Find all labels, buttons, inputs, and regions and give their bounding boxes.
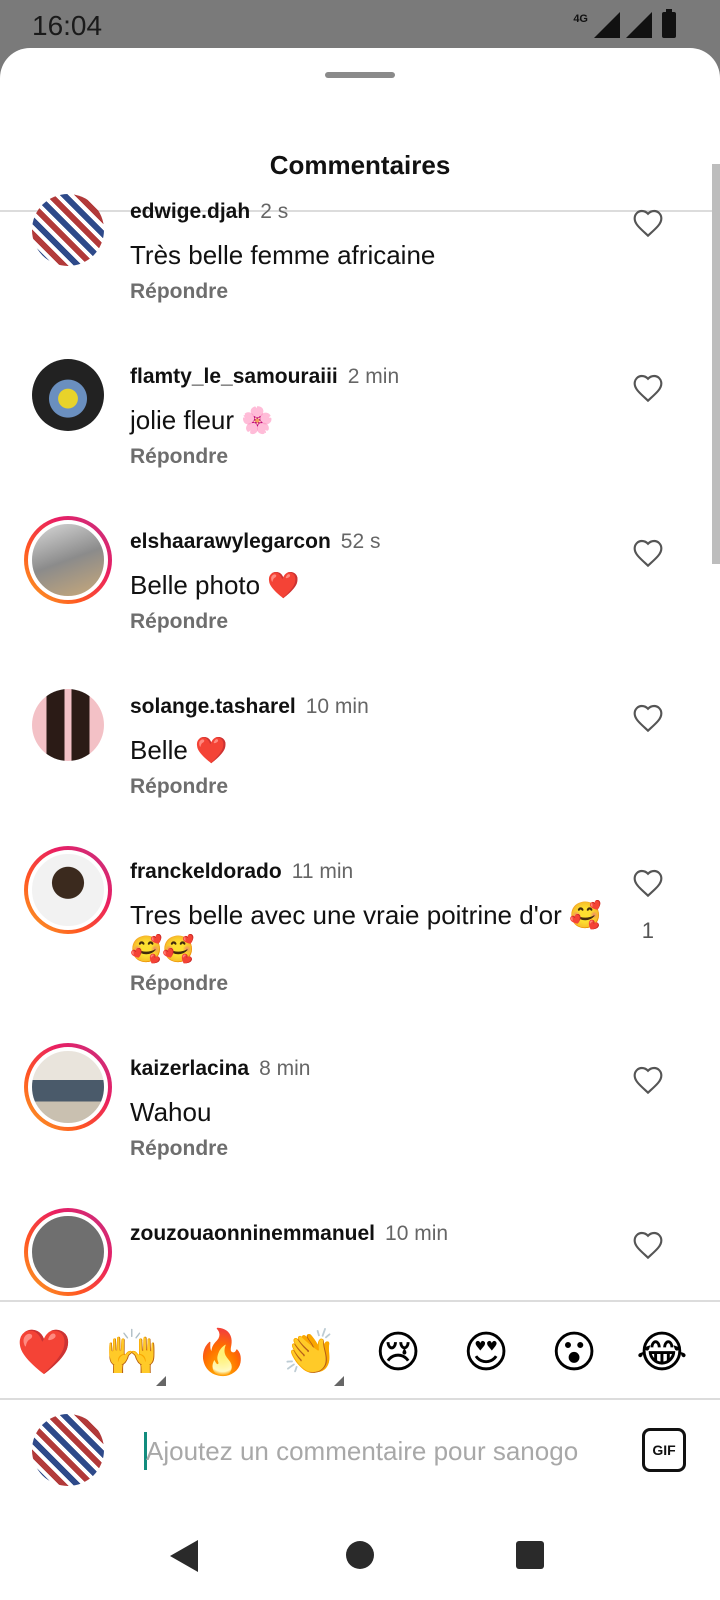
like-heart-icon[interactable]: [632, 703, 664, 733]
comment-text: jolie fleur 🌸: [130, 405, 274, 435]
comment-header: edwige.djah 2 s: [130, 200, 288, 224]
status-time: 16:04: [32, 10, 103, 41]
like-heart-icon[interactable]: [632, 868, 664, 898]
like-heart-icon[interactable]: [632, 538, 664, 568]
comment-row: elshaarawylegarcon 52 s Belle photo ❤️ Ré…: [0, 494, 700, 659]
like-heart-icon[interactable]: [632, 208, 664, 238]
comment-row: franckeldorado 11 min Tres belle avec une…: [0, 824, 700, 995]
emoji-raising-hands-button[interactable]: 🙌: [104, 1326, 166, 1386]
avatar[interactable]: [32, 689, 104, 761]
gif-button[interactable]: GIF: [642, 1428, 686, 1472]
comment-header: solange.tasharel 10 min: [130, 695, 369, 719]
avatar-image: [32, 689, 104, 761]
comment-username[interactable]: elshaarawylegarcon: [130, 530, 331, 553]
like-heart-icon[interactable]: [632, 1065, 664, 1095]
emoji-clapping-hands-button[interactable]: 👏: [282, 1326, 344, 1386]
avatar-image: [28, 850, 108, 930]
comment-list[interactable]: edwige.djah 2 s Très belle femme africain…: [0, 164, 720, 1304]
skin-tone-indicator-icon: [156, 1376, 166, 1386]
heart-eyes-icon: 😍: [463, 1327, 509, 1378]
comment-time: 52 s: [340, 530, 381, 553]
comment-text: Belle photo ❤️: [130, 570, 300, 600]
network-type: 4G: [573, 13, 588, 25]
emoji-tears-of-joy-button[interactable]: 😂: [634, 1326, 690, 1380]
avatar[interactable]: [24, 516, 112, 604]
skin-tone-indicator-icon: [334, 1376, 344, 1386]
comment-text: Très belle femme africaine: [130, 240, 436, 270]
reply-button[interactable]: Répondre: [130, 445, 228, 469]
comment-username[interactable]: franckeldorado: [130, 860, 282, 883]
navigation-bar: [0, 1510, 720, 1600]
scrollbar[interactable]: [712, 164, 720, 564]
comment-composer: GIF: [0, 1400, 720, 1510]
emoji-heart-eyes-button[interactable]: 😍: [458, 1326, 514, 1380]
avatar-image: [28, 520, 108, 600]
comment-time: 11 min: [291, 860, 354, 883]
comment-text: Wahou: [130, 1097, 212, 1127]
sheet-drag-handle[interactable]: [325, 72, 395, 78]
comment-time: 2 min: [347, 365, 400, 388]
reply-button[interactable]: Répondre: [130, 775, 228, 799]
comment-row: zouzouaonninemmanuel 10 min: [0, 1186, 700, 1304]
like-count: 1: [641, 918, 654, 943]
comment-header: flamty_le_samouraiii 2 min: [130, 365, 399, 389]
back-icon[interactable]: [170, 1540, 198, 1572]
comment-input[interactable]: [146, 1422, 616, 1480]
avatar[interactable]: [24, 1043, 112, 1131]
avatar-image: [28, 1047, 108, 1127]
comment-time: 2 s: [260, 200, 289, 223]
crying-face-icon: 😢: [375, 1327, 421, 1378]
recents-icon[interactable]: [516, 1541, 544, 1569]
comment-time: 10 min: [385, 1222, 449, 1245]
emoji-fire-button[interactable]: 🔥: [194, 1326, 250, 1380]
reply-button[interactable]: Répondre: [130, 280, 228, 304]
comment-username[interactable]: solange.tasharel: [130, 695, 296, 718]
comment-username[interactable]: edwige.djah: [130, 200, 250, 223]
reply-button[interactable]: Répondre: [130, 972, 228, 996]
emoji-crying-face-button[interactable]: 😢: [370, 1326, 426, 1380]
comment-username[interactable]: flamty_le_samouraiii: [130, 365, 338, 388]
comment-header: kaizerlacina 8 min: [130, 1057, 310, 1081]
avatar-image: [32, 359, 104, 431]
avatar[interactable]: [32, 359, 104, 431]
red-heart-icon: ❤️: [16, 1327, 72, 1378]
cellular-signal-icon: [594, 12, 620, 38]
comment-time: 8 min: [259, 1057, 311, 1080]
comment-header: zouzouaonninemmanuel 10 min: [130, 1222, 448, 1246]
battery-icon: [662, 9, 676, 38]
status-bar: 16:04 4G: [0, 0, 720, 52]
avatar[interactable]: [24, 846, 112, 934]
comment-time: 10 min: [305, 695, 369, 718]
emoji-reaction-bar: ❤️ 🙌 🔥 👏 😢 😍 😮 😂: [0, 1300, 720, 1400]
avatar: [32, 1414, 104, 1486]
clapping-hands-icon: 👏: [282, 1327, 338, 1378]
comment-header: elshaarawylegarcon 52 s: [130, 530, 380, 554]
like-heart-icon[interactable]: [632, 373, 664, 403]
avatar-image: [28, 1212, 108, 1292]
avatar[interactable]: [32, 194, 104, 266]
comment-text: Tres belle avec une vraie poitrine d'or …: [130, 900, 602, 964]
avatar[interactable]: [24, 1208, 112, 1296]
avatar-image: [32, 194, 104, 266]
comment-row: kaizerlacina 8 min Wahou Répondre: [0, 1021, 700, 1186]
home-icon[interactable]: [346, 1541, 374, 1569]
tears-of-joy-icon: 😂: [636, 1327, 688, 1378]
fire-icon: 🔥: [194, 1327, 250, 1378]
reply-button[interactable]: Répondre: [130, 1137, 228, 1161]
reply-button[interactable]: Répondre: [130, 610, 228, 634]
like-heart-icon[interactable]: [632, 1230, 664, 1260]
comment-text: Belle ❤️: [130, 735, 228, 765]
comment-row: flamty_le_samouraiii 2 min jolie fleur 🌸 …: [0, 329, 700, 494]
comment-username[interactable]: kaizerlacina: [130, 1057, 249, 1080]
emoji-red-heart-button[interactable]: ❤️: [16, 1326, 72, 1380]
raising-hands-icon: 🙌: [104, 1327, 160, 1378]
status-icons: 4G: [573, 9, 676, 38]
comment-row: edwige.djah 2 s Très belle femme africain…: [0, 164, 700, 329]
wifi-signal-icon: [626, 12, 652, 38]
surprised-face-icon: 😮: [551, 1327, 597, 1378]
comment-username[interactable]: zouzouaonninemmanuel: [130, 1222, 375, 1245]
comment-header: franckeldorado 11 min: [130, 860, 353, 884]
emoji-surprised-face-button[interactable]: 😮: [546, 1326, 602, 1380]
comment-row: solange.tasharel 10 min Belle ❤️ Répondre: [0, 659, 700, 824]
